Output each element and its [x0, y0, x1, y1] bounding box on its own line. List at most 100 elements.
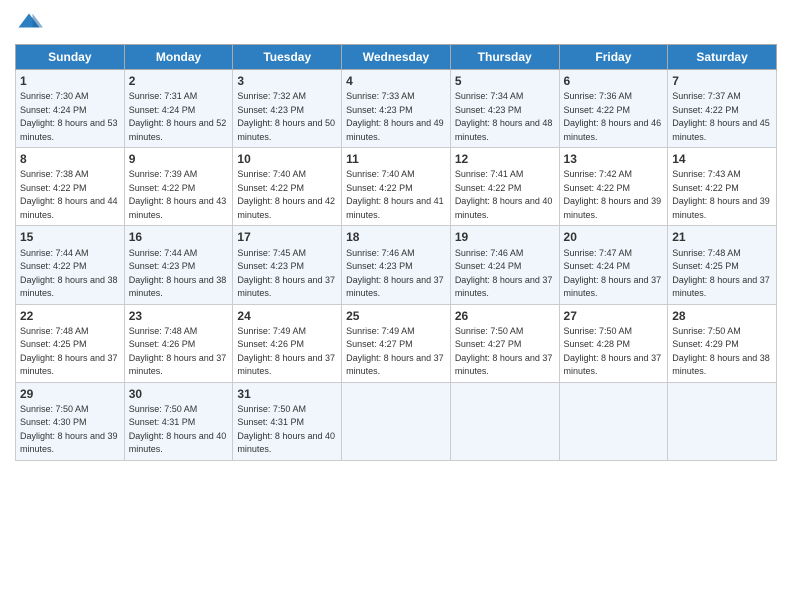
- calendar-cell: 11Sunrise: 7:40 AMSunset: 4:22 PMDayligh…: [342, 148, 451, 226]
- day-detail: Sunrise: 7:43 AMSunset: 4:22 PMDaylight:…: [672, 169, 770, 220]
- day-detail: Sunrise: 7:42 AMSunset: 4:22 PMDaylight:…: [564, 169, 662, 220]
- day-detail: Sunrise: 7:48 AMSunset: 4:25 PMDaylight:…: [672, 248, 770, 299]
- calendar-cell: [450, 382, 559, 460]
- calendar-week-row: 1 Sunrise: 7:30 AMSunset: 4:24 PMDaylight…: [16, 70, 777, 148]
- day-detail: Sunrise: 7:50 AMSunset: 4:28 PMDaylight:…: [564, 326, 662, 377]
- day-detail: Sunrise: 7:48 AMSunset: 4:25 PMDaylight:…: [20, 326, 118, 377]
- calendar-cell: 19Sunrise: 7:46 AMSunset: 4:24 PMDayligh…: [450, 226, 559, 304]
- day-number: 5: [455, 73, 555, 89]
- day-number: 24: [237, 308, 337, 324]
- day-detail: Sunrise: 7:45 AMSunset: 4:23 PMDaylight:…: [237, 248, 335, 299]
- calendar-cell: 23 Sunrise: 7:48 AMSunset: 4:26 PMDayligh…: [124, 304, 233, 382]
- day-number: 30: [129, 386, 229, 402]
- day-detail: Sunrise: 7:50 AMSunset: 4:31 PMDaylight:…: [237, 404, 335, 455]
- day-number: 3: [237, 73, 337, 89]
- day-detail: Sunrise: 7:32 AMSunset: 4:23 PMDaylight:…: [237, 91, 335, 142]
- calendar-cell: 24 Sunrise: 7:49 AMSunset: 4:26 PMDayligh…: [233, 304, 342, 382]
- day-detail: Sunrise: 7:38 AMSunset: 4:22 PMDaylight:…: [20, 169, 118, 220]
- calendar-cell: 26 Sunrise: 7:50 AMSunset: 4:27 PMDayligh…: [450, 304, 559, 382]
- calendar-week-row: 8 Sunrise: 7:38 AMSunset: 4:22 PMDaylight…: [16, 148, 777, 226]
- calendar-cell: 27 Sunrise: 7:50 AMSunset: 4:28 PMDayligh…: [559, 304, 668, 382]
- day-number: 19: [455, 229, 555, 245]
- day-detail: Sunrise: 7:39 AMSunset: 4:22 PMDaylight:…: [129, 169, 227, 220]
- calendar-cell: 10 Sunrise: 7:40 AMSunset: 4:22 PMDayligh…: [233, 148, 342, 226]
- day-number: 12: [455, 151, 555, 167]
- day-number: 7: [672, 73, 772, 89]
- day-detail: Sunrise: 7:40 AMSunset: 4:22 PMDaylight:…: [346, 169, 444, 220]
- day-detail: Sunrise: 7:41 AMSunset: 4:22 PMDaylight:…: [455, 169, 553, 220]
- calendar-cell: 22 Sunrise: 7:48 AMSunset: 4:25 PMDayligh…: [16, 304, 125, 382]
- day-detail: Sunrise: 7:47 AMSunset: 4:24 PMDaylight:…: [564, 248, 662, 299]
- calendar-header-tuesday: Tuesday: [233, 45, 342, 70]
- day-number: 28: [672, 308, 772, 324]
- header: [15, 10, 777, 38]
- day-number: 17: [237, 229, 337, 245]
- calendar-cell: 1 Sunrise: 7:30 AMSunset: 4:24 PMDaylight…: [16, 70, 125, 148]
- calendar-cell: 16 Sunrise: 7:44 AMSunset: 4:23 PMDayligh…: [124, 226, 233, 304]
- calendar-cell: 31 Sunrise: 7:50 AMSunset: 4:31 PMDayligh…: [233, 382, 342, 460]
- calendar-cell: 29Sunrise: 7:50 AMSunset: 4:30 PMDayligh…: [16, 382, 125, 460]
- calendar-cell: 28 Sunrise: 7:50 AMSunset: 4:29 PMDayligh…: [668, 304, 777, 382]
- calendar-cell: 3 Sunrise: 7:32 AMSunset: 4:23 PMDaylight…: [233, 70, 342, 148]
- day-number: 6: [564, 73, 664, 89]
- calendar-cell: [342, 382, 451, 460]
- calendar-cell: 14 Sunrise: 7:43 AMSunset: 4:22 PMDayligh…: [668, 148, 777, 226]
- day-number: 9: [129, 151, 229, 167]
- calendar-cell: 20 Sunrise: 7:47 AMSunset: 4:24 PMDayligh…: [559, 226, 668, 304]
- day-number: 8: [20, 151, 120, 167]
- calendar-cell: 12 Sunrise: 7:41 AMSunset: 4:22 PMDayligh…: [450, 148, 559, 226]
- logo-icon: [15, 10, 43, 38]
- day-number: 26: [455, 308, 555, 324]
- calendar-cell: 21 Sunrise: 7:48 AMSunset: 4:25 PMDayligh…: [668, 226, 777, 304]
- day-number: 13: [564, 151, 664, 167]
- day-number: 21: [672, 229, 772, 245]
- day-number: 20: [564, 229, 664, 245]
- day-detail: Sunrise: 7:33 AMSunset: 4:23 PMDaylight:…: [346, 91, 444, 142]
- calendar-cell: 17 Sunrise: 7:45 AMSunset: 4:23 PMDayligh…: [233, 226, 342, 304]
- calendar-cell: 4Sunrise: 7:33 AMSunset: 4:23 PMDaylight…: [342, 70, 451, 148]
- day-detail: Sunrise: 7:40 AMSunset: 4:22 PMDaylight:…: [237, 169, 335, 220]
- day-number: 2: [129, 73, 229, 89]
- calendar-cell: 18Sunrise: 7:46 AMSunset: 4:23 PMDayligh…: [342, 226, 451, 304]
- day-number: 10: [237, 151, 337, 167]
- day-number: 14: [672, 151, 772, 167]
- calendar-cell: 9 Sunrise: 7:39 AMSunset: 4:22 PMDaylight…: [124, 148, 233, 226]
- day-detail: Sunrise: 7:30 AMSunset: 4:24 PMDaylight:…: [20, 91, 118, 142]
- day-number: 1: [20, 73, 120, 89]
- day-detail: Sunrise: 7:50 AMSunset: 4:27 PMDaylight:…: [455, 326, 553, 377]
- calendar-cell: 15Sunrise: 7:44 AMSunset: 4:22 PMDayligh…: [16, 226, 125, 304]
- day-detail: Sunrise: 7:50 AMSunset: 4:29 PMDaylight:…: [672, 326, 770, 377]
- day-detail: Sunrise: 7:31 AMSunset: 4:24 PMDaylight:…: [129, 91, 227, 142]
- calendar-cell: [559, 382, 668, 460]
- day-number: 31: [237, 386, 337, 402]
- calendar-cell: [668, 382, 777, 460]
- calendar-week-row: 15Sunrise: 7:44 AMSunset: 4:22 PMDayligh…: [16, 226, 777, 304]
- calendar-cell: 8 Sunrise: 7:38 AMSunset: 4:22 PMDaylight…: [16, 148, 125, 226]
- calendar-week-row: 22 Sunrise: 7:48 AMSunset: 4:25 PMDayligh…: [16, 304, 777, 382]
- day-number: 27: [564, 308, 664, 324]
- calendar-header-thursday: Thursday: [450, 45, 559, 70]
- day-detail: Sunrise: 7:36 AMSunset: 4:22 PMDaylight:…: [564, 91, 662, 142]
- calendar-cell: 2 Sunrise: 7:31 AMSunset: 4:24 PMDaylight…: [124, 70, 233, 148]
- day-number: 22: [20, 308, 120, 324]
- day-detail: Sunrise: 7:46 AMSunset: 4:23 PMDaylight:…: [346, 248, 444, 299]
- day-detail: Sunrise: 7:44 AMSunset: 4:23 PMDaylight:…: [129, 248, 227, 299]
- day-number: 15: [20, 229, 120, 245]
- calendar-header-monday: Monday: [124, 45, 233, 70]
- day-detail: Sunrise: 7:37 AMSunset: 4:22 PMDaylight:…: [672, 91, 770, 142]
- day-number: 16: [129, 229, 229, 245]
- logo: [15, 10, 47, 38]
- calendar-header-sunday: Sunday: [16, 45, 125, 70]
- day-detail: Sunrise: 7:48 AMSunset: 4:26 PMDaylight:…: [129, 326, 227, 377]
- day-number: 29: [20, 386, 120, 402]
- page: SundayMondayTuesdayWednesdayThursdayFrid…: [0, 0, 792, 612]
- calendar-week-row: 29Sunrise: 7:50 AMSunset: 4:30 PMDayligh…: [16, 382, 777, 460]
- calendar-header-friday: Friday: [559, 45, 668, 70]
- day-detail: Sunrise: 7:34 AMSunset: 4:23 PMDaylight:…: [455, 91, 553, 142]
- calendar-table: SundayMondayTuesdayWednesdayThursdayFrid…: [15, 44, 777, 461]
- day-detail: Sunrise: 7:49 AMSunset: 4:27 PMDaylight:…: [346, 326, 444, 377]
- day-detail: Sunrise: 7:49 AMSunset: 4:26 PMDaylight:…: [237, 326, 335, 377]
- day-number: 25: [346, 308, 446, 324]
- calendar-header-row: SundayMondayTuesdayWednesdayThursdayFrid…: [16, 45, 777, 70]
- day-number: 23: [129, 308, 229, 324]
